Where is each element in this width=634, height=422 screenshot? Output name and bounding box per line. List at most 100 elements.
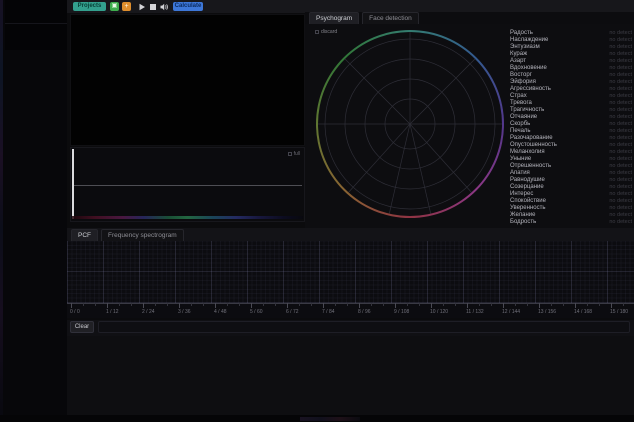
calculate-button[interactable]: Calculate	[173, 2, 203, 11]
axis-minor-tick	[527, 303, 528, 306]
sidebar-divider	[5, 23, 67, 24]
axis-tick	[611, 303, 612, 308]
tab-psychogram[interactable]: Psychogram	[309, 12, 359, 24]
emotion-label: Отрешенность	[510, 163, 551, 169]
axis-minor-tick	[587, 303, 588, 306]
axis-minor-tick	[407, 303, 408, 306]
clear-button[interactable]: Clear	[70, 321, 94, 333]
emotion-value: no detect	[609, 191, 632, 197]
taskbar-strip	[0, 415, 634, 422]
emotion-value: no detect	[609, 156, 632, 162]
waveform-panel[interactable]: full	[70, 147, 305, 222]
axis-minor-tick	[335, 303, 336, 306]
axis-minor-tick	[419, 303, 420, 306]
emotion-label: Энтузиазм	[510, 44, 540, 50]
emotion-row: Агрессивностьno detect	[510, 85, 632, 92]
emotion-value: no detect	[609, 184, 632, 190]
tab-pcf[interactable]: PCF	[71, 229, 98, 241]
stop-button[interactable]	[148, 2, 157, 11]
emotion-row: Куражno detect	[510, 50, 632, 57]
axis-tick-label: 4 / 48	[214, 309, 227, 315]
axis-tick-label: 10 / 120	[430, 309, 448, 315]
axis-minor-tick	[623, 303, 624, 306]
axis-tick	[323, 303, 324, 308]
axis-tick-label: 1 / 12	[106, 309, 119, 315]
axis-minor-tick	[299, 303, 300, 306]
emotion-value: no detect	[609, 163, 632, 169]
folder-import-icon[interactable]: ▣	[110, 2, 119, 11]
emotion-row: Меланхолияno detect	[510, 148, 632, 155]
emotion-label: Радость	[510, 30, 533, 36]
emotion-row: Разочарованиеno detect	[510, 134, 632, 141]
axis-tick	[539, 303, 540, 308]
emotion-label: Уверенность	[510, 205, 545, 211]
axis-minor-tick	[275, 303, 276, 306]
full-toggle[interactable]: full	[288, 151, 300, 157]
axis-minor-tick	[239, 303, 240, 306]
emotion-value: no detect	[609, 86, 632, 92]
emotion-label: Наслаждение	[510, 37, 548, 43]
stop-icon	[149, 3, 157, 11]
emotion-value: no detect	[609, 65, 632, 71]
emotion-row: Наслаждение no detect	[510, 36, 632, 43]
psychogram-chart: discard Радостьno detectНаслаждениеno de…	[305, 24, 634, 228]
emotion-row: Скорбьno detect	[510, 120, 632, 127]
play-icon	[138, 3, 146, 11]
play-button[interactable]	[137, 2, 146, 11]
axis-tick	[287, 303, 288, 308]
axis-minor-tick	[443, 303, 444, 306]
emotion-row: Отчаяниеno detect	[510, 113, 632, 120]
axis-tick-label: 15 / 180	[610, 309, 628, 315]
playhead[interactable]	[72, 149, 74, 219]
analysis-panel: Psychogram Face detection	[305, 12, 634, 228]
axis-minor-tick	[119, 303, 120, 306]
video-preview	[70, 14, 305, 146]
emotion-label: Кураж	[510, 51, 527, 57]
emotion-row: Апатияno detect	[510, 169, 632, 176]
emotion-label: Азарт	[510, 58, 526, 64]
plus-icon[interactable]: +	[122, 2, 131, 11]
emotion-value: no detect	[609, 177, 632, 183]
time-axis: 0 / 01 / 122 / 243 / 364 / 485 / 606 / 7…	[67, 303, 634, 318]
emotion-value: no detect	[609, 128, 632, 134]
emotion-label: Восторг	[510, 72, 532, 78]
emotion-row: Интересno detect	[510, 190, 632, 197]
emotion-row: Страхno detect	[510, 92, 632, 99]
full-label: full	[294, 151, 300, 157]
axis-tick-label: 9 / 108	[394, 309, 409, 315]
psychogram-grid	[316, 30, 504, 218]
tab-face-detection[interactable]: Face detection	[362, 12, 419, 24]
axis-minor-tick	[347, 303, 348, 306]
emotion-label: Спокойствие	[510, 198, 546, 204]
axis-tick-label: 14 / 168	[574, 309, 592, 315]
emotion-row: Тревогаno detect	[510, 99, 632, 106]
axis-tick-label: 6 / 72	[286, 309, 299, 315]
discard-checkbox[interactable]	[315, 30, 319, 34]
emotion-label: Скорбь	[510, 121, 530, 127]
audio-button[interactable]	[160, 2, 169, 11]
emotion-label: Отчаяние	[510, 114, 537, 120]
axis-tick	[107, 303, 108, 308]
emotion-row: Радостьno detect	[510, 29, 632, 36]
axis-tick-label: 7 / 84	[322, 309, 335, 315]
emotion-value: no detect	[609, 44, 632, 50]
full-checkbox[interactable]	[288, 152, 292, 156]
emotion-value: no detect	[609, 212, 632, 218]
tab-frequency-spectrogram[interactable]: Frequency spectrogram	[101, 229, 184, 241]
waveform-color-strip	[72, 216, 303, 219]
emotion-label: Созерцание	[510, 184, 544, 190]
emotion-row: Равнодушиеno detect	[510, 176, 632, 183]
emotion-value: no detect	[609, 37, 632, 43]
emotion-value: no detect	[609, 219, 632, 225]
emotion-label: Желание	[510, 212, 535, 218]
axis-tick-label: 5 / 60	[250, 309, 263, 315]
emotion-label: Страх	[510, 93, 527, 99]
axis-tick-label: 0 / 0	[70, 309, 80, 315]
left-sidebar	[0, 0, 67, 415]
sidebar-top-panel	[5, 0, 67, 50]
axis-tick	[251, 303, 252, 308]
axis-tick-label: 3 / 36	[178, 309, 191, 315]
log-field[interactable]	[98, 321, 630, 333]
discard-toggle[interactable]: discard	[315, 29, 337, 35]
projects-button[interactable]: Projects	[73, 2, 106, 11]
